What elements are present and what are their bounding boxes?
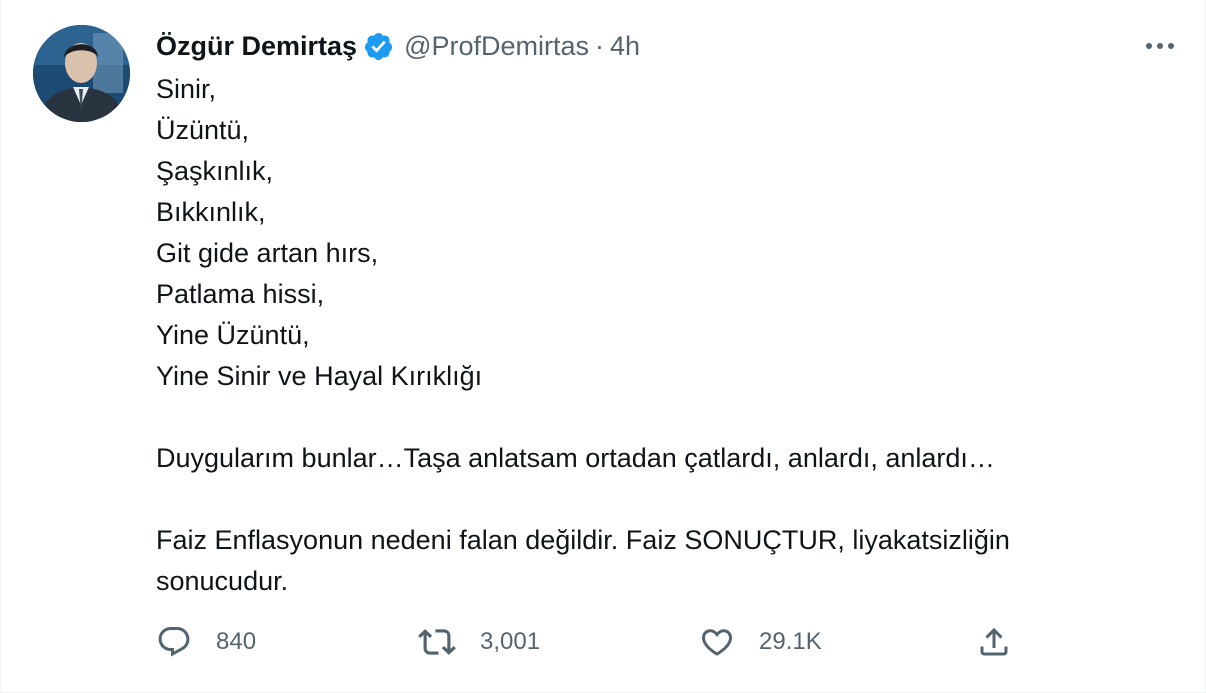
tweet-header: Özgür Demirtaş @ProfDemirtas · 4h (156, 28, 640, 64)
share-icon (980, 627, 1008, 656)
reply-count: 840 (216, 628, 257, 655)
tweet-line: Patlama hissi, (156, 279, 325, 309)
reply-button[interactable]: 840 (156, 620, 256, 664)
author-handle[interactable]: @ProfDemirtas (404, 28, 589, 64)
separator-dot: · (595, 31, 605, 61)
heart-icon (701, 629, 733, 656)
retweet-icon (418, 629, 456, 655)
tweet-line: Üzüntü, (156, 115, 250, 145)
share-button[interactable] (976, 620, 1012, 664)
tweet-line: Bıkkınlık, (156, 197, 266, 227)
retweet-count: 3,001 (480, 628, 541, 655)
tweet-line: Şaşkınlık, (156, 156, 274, 186)
avatar[interactable] (33, 25, 130, 122)
tweet-line: Sinir, (156, 74, 217, 104)
author-name[interactable]: Özgür Demirtaş (156, 28, 357, 64)
tweet-line: Yine Üzüntü, (156, 320, 310, 350)
like-button[interactable]: 29.1K (699, 620, 822, 664)
reply-icon (158, 627, 190, 657)
retweet-button[interactable]: 3,001 (418, 620, 540, 664)
paragraph-break (156, 397, 1156, 438)
avatar-photo (33, 25, 130, 122)
like-count: 29.1K (759, 628, 822, 655)
tweet-paragraph: Faiz Enflasyonun nedeni falan değildir. … (156, 525, 1010, 596)
tweet-card[interactable]: Özgür Demirtaş @ProfDemirtas · 4h Sinir,… (0, 0, 1206, 693)
tweet-timestamp[interactable]: 4h (610, 28, 640, 64)
verified-badge-icon (363, 31, 394, 62)
tweet-text: Sinir, Üzüntü, Şaşkınlık, Bıkkınlık, Git… (156, 69, 1156, 602)
tweet-paragraph: Duygularım bunlar…Taşa anlatsam ortadan … (156, 443, 995, 473)
tweet-line: Yine Sinir ve Hayal Kırıklığı (156, 361, 483, 391)
tweet-line: Git gide artan hırs, (156, 238, 379, 268)
paragraph-break (156, 479, 1156, 520)
more-icon[interactable] (1141, 32, 1179, 60)
